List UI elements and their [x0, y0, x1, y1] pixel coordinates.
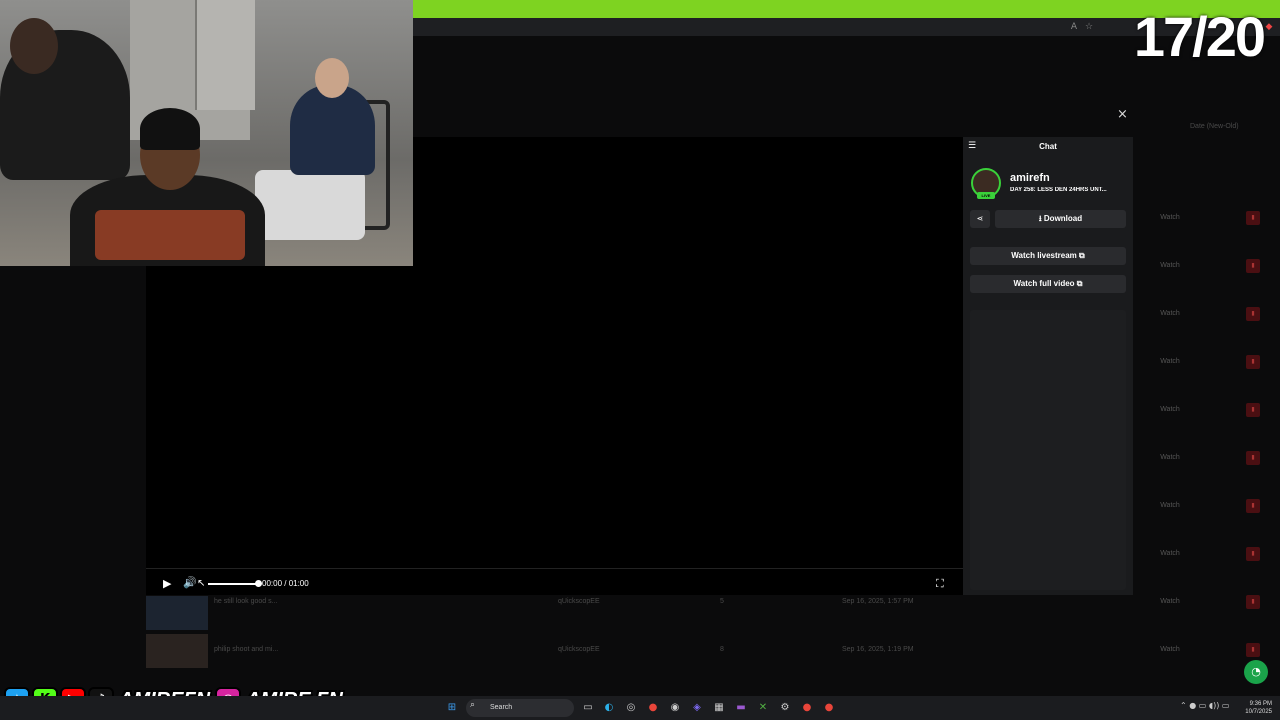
- clip-count: 8: [720, 646, 724, 653]
- obs-icon[interactable]: ◉: [667, 700, 683, 716]
- seek-handle[interactable]: [255, 580, 262, 587]
- row-watch-button[interactable]: Watch: [1100, 641, 1240, 659]
- trash-icon[interactable]: ▮: [1246, 499, 1260, 513]
- volume-icon[interactable]: 🔊: [183, 576, 197, 589]
- settings-icon[interactable]: ⚙: [777, 700, 793, 716]
- app-icon[interactable]: ▦: [711, 700, 727, 716]
- clip-date: Sep 16, 2025, 1:19 PM: [842, 646, 914, 653]
- xbox-icon[interactable]: ✕: [755, 700, 771, 716]
- webcam-overlay: [0, 0, 413, 266]
- discord-icon[interactable]: ◈: [689, 700, 705, 716]
- trash-icon[interactable]: ▮: [1246, 643, 1260, 657]
- taskbar-clock[interactable]: 9:36 PM 10/7/2025: [1238, 700, 1272, 716]
- seek-bar[interactable]: [208, 583, 258, 585]
- clip-user: qUickscopEE: [558, 646, 600, 653]
- list-item[interactable]: philip shoot and mi... qUickscopEE 8 Sep…: [146, 634, 1246, 668]
- share-icon: ⋖: [976, 214, 984, 223]
- clip-title: philip shoot and mi...: [214, 646, 279, 653]
- clip-count: 5: [720, 598, 724, 605]
- trash-icon[interactable]: ▮: [1246, 259, 1260, 273]
- clip-title: he still look good s...: [214, 598, 278, 605]
- watch-full-video-button[interactable]: Watch full video ⧉: [970, 275, 1126, 293]
- download-button[interactable]: ⭳ Download: [995, 210, 1126, 228]
- trash-icon[interactable]: ▮: [1246, 307, 1260, 321]
- clip-thumbnail[interactable]: [146, 596, 208, 630]
- trash-icon[interactable]: ▮: [1246, 451, 1260, 465]
- download-icon: ⭳: [1038, 214, 1042, 223]
- watch-livestream-button[interactable]: Watch livestream ⧉: [970, 247, 1126, 265]
- fullscreen-icon[interactable]: ⛶: [936, 577, 944, 591]
- streamer-name[interactable]: amirefn: [1010, 172, 1050, 184]
- chrome-icon[interactable]: ●: [645, 700, 661, 716]
- play-icon[interactable]: ▶: [163, 577, 171, 590]
- task-view-icon[interactable]: ▭: [580, 700, 596, 716]
- chat-title: Chat: [1039, 142, 1057, 151]
- taskbar: [0, 696, 1280, 720]
- edge-icon[interactable]: ◐: [601, 700, 617, 716]
- trash-icon[interactable]: ▮: [1246, 211, 1260, 225]
- trash-icon[interactable]: ▮: [1246, 403, 1260, 417]
- mouse-cursor-icon: ↖: [197, 578, 206, 589]
- clip-user: qUickscopEE: [558, 598, 600, 605]
- support-chat-icon[interactable]: ◔: [1244, 660, 1268, 684]
- row-watch-button[interactable]: Watch: [1100, 593, 1240, 611]
- favorite-star-icon[interactable]: ☆: [1083, 21, 1095, 33]
- trash-icon[interactable]: ▮: [1246, 355, 1260, 369]
- external-link-icon: ⧉: [1076, 279, 1083, 288]
- trash-icon[interactable]: ▮: [1246, 547, 1260, 561]
- copilot-icon[interactable]: ◆: [1263, 21, 1275, 33]
- clip-date: Sep 16, 2025, 1:57 PM: [842, 598, 914, 605]
- live-badge: LIVE: [977, 192, 995, 199]
- share-button[interactable]: ⋖: [970, 210, 990, 228]
- windows-start-icon[interactable]: ⊞: [444, 700, 460, 716]
- sort-dropdown[interactable]: Date (New-Old): [1190, 123, 1239, 130]
- system-tray[interactable]: ⌃ ● ▭ ◖)) ▭: [1180, 701, 1229, 710]
- list-item[interactable]: he still look good s... qUickscopEE 5 Se…: [146, 596, 1246, 630]
- chrome-icon[interactable]: ●: [799, 700, 815, 716]
- read-aloud-icon[interactable]: A: [1068, 21, 1080, 33]
- external-link-icon: ⧉: [1079, 251, 1085, 260]
- chat-messages[interactable]: [970, 310, 1126, 590]
- close-icon[interactable]: ×: [1117, 107, 1128, 122]
- chrome-icon[interactable]: ●: [821, 700, 837, 716]
- time-display: 00:00 / 01:00: [262, 579, 309, 588]
- trash-icon[interactable]: ▮: [1246, 595, 1260, 609]
- search-icon: ⌕: [470, 700, 476, 710]
- stream-title: DAY 258: LESS DEN 24HRS UNT...: [1010, 187, 1107, 193]
- menu-icon[interactable]: ☰: [968, 141, 976, 151]
- clip-thumbnail[interactable]: [146, 634, 208, 668]
- app-icon[interactable]: ◎: [623, 700, 639, 716]
- clip-counter: 17/20: [1133, 5, 1266, 68]
- taskbar-search[interactable]: Search: [466, 699, 574, 717]
- app-icon[interactable]: ▬: [733, 700, 749, 716]
